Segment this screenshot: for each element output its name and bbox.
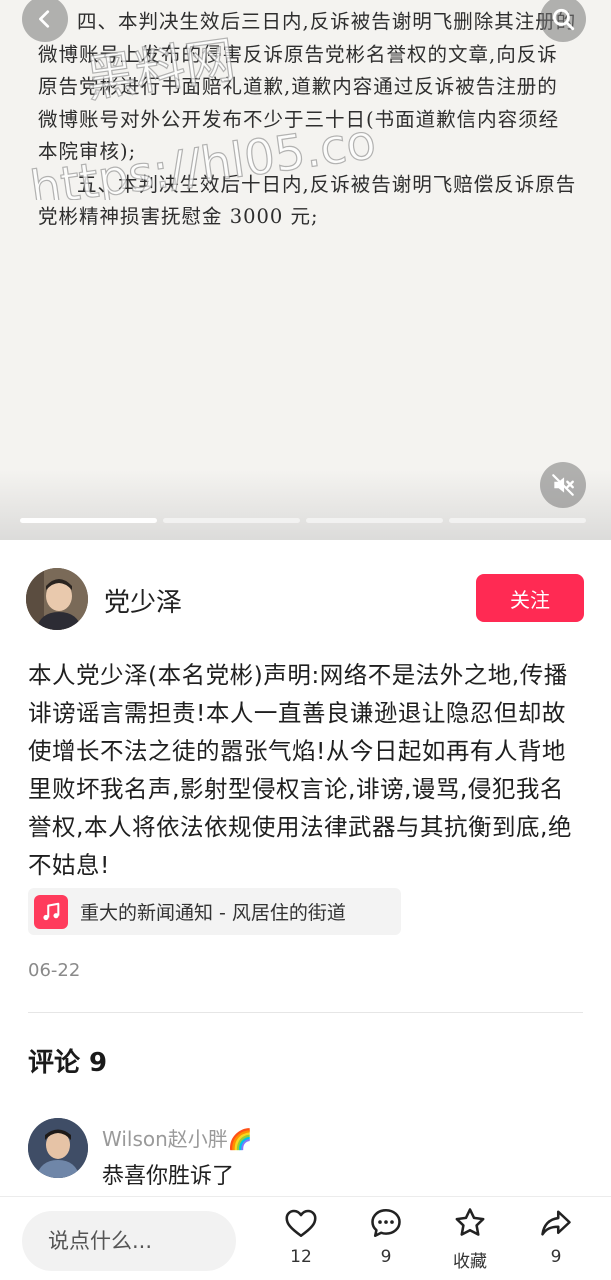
mute-button[interactable]: [540, 462, 586, 508]
post-date: 06-22: [28, 960, 81, 981]
chevron-left-icon: [39, 10, 50, 28]
star-icon: [455, 1208, 485, 1236]
commenter-avatar[interactable]: [28, 1118, 88, 1178]
speaker-muted-icon: [552, 474, 574, 496]
post-image[interactable]: 四、本判决生效后三日内,反诉被告谢明飞删除其注册的微博账号上发布的侵害反诉原告党…: [0, 0, 611, 540]
author-name[interactable]: 党少泽: [104, 582, 182, 619]
comment-input[interactable]: [22, 1211, 236, 1271]
author-row: 党少泽 关注: [26, 568, 586, 630]
comment-count: 9: [380, 1247, 392, 1267]
favorite-button[interactable]: 收藏: [440, 1205, 500, 1275]
comment-text: 恭喜你胜诉了: [102, 1164, 235, 1189]
avatar-image: [26, 568, 88, 630]
bottom-action-bar: 12 9 收藏 9: [0, 1196, 611, 1280]
heart-icon: [285, 1209, 317, 1238]
progress-segment: [306, 518, 443, 523]
image-progress-indicator: [20, 518, 611, 523]
divider: [28, 1012, 583, 1013]
like-button[interactable]: 12: [271, 1205, 331, 1275]
author-avatar[interactable]: [26, 568, 88, 630]
favorite-label: 收藏: [453, 1252, 487, 1272]
comment-bubble-icon: [371, 1208, 401, 1238]
comment-button[interactable]: 9: [356, 1205, 416, 1275]
comments-title: 评论 9: [28, 1048, 108, 1078]
like-count: 12: [290, 1247, 312, 1267]
search-button[interactable]: [540, 0, 586, 42]
judgment-document: 四、本判决生效后三日内,反诉被告谢明飞删除其注册的微博账号上发布的侵害反诉原告党…: [38, 6, 578, 234]
search-icon: [552, 8, 575, 31]
follow-button[interactable]: 关注: [476, 574, 584, 622]
commenter-name[interactable]: Wilson赵小胖🌈: [102, 1123, 253, 1152]
progress-segment: [20, 518, 157, 523]
music-note-icon: [34, 894, 68, 929]
document-paragraph: 四、本判决生效后三日内,反诉被告谢明飞删除其注册的微博账号上发布的侵害反诉原告党…: [38, 10, 577, 163]
music-title: 重大的新闻通知 - 风居住的街道: [80, 902, 346, 924]
music-tag[interactable]: 重大的新闻通知 - 风居住的街道: [28, 888, 401, 935]
comment-item[interactable]: Wilson赵小胖🌈 恭喜你胜诉了: [28, 1118, 583, 1189]
progress-segment: [163, 518, 300, 523]
avatar-image: [28, 1118, 88, 1178]
progress-segment: [449, 518, 586, 523]
post-text: 本人党少泽(本名党彬)声明:网络不是法外之地,传播诽谤谣言需担责!本人一直善良谦…: [28, 661, 572, 879]
share-arrow-icon: [541, 1210, 571, 1236]
document-paragraph: 五、本判决生效后十日内,反诉被告谢明飞赔偿反诉原告党彬精神损害抚慰金 3000 …: [38, 172, 577, 229]
image-bottom-fade: [0, 470, 611, 540]
share-button[interactable]: 9: [526, 1205, 586, 1275]
share-count: 9: [550, 1247, 562, 1267]
